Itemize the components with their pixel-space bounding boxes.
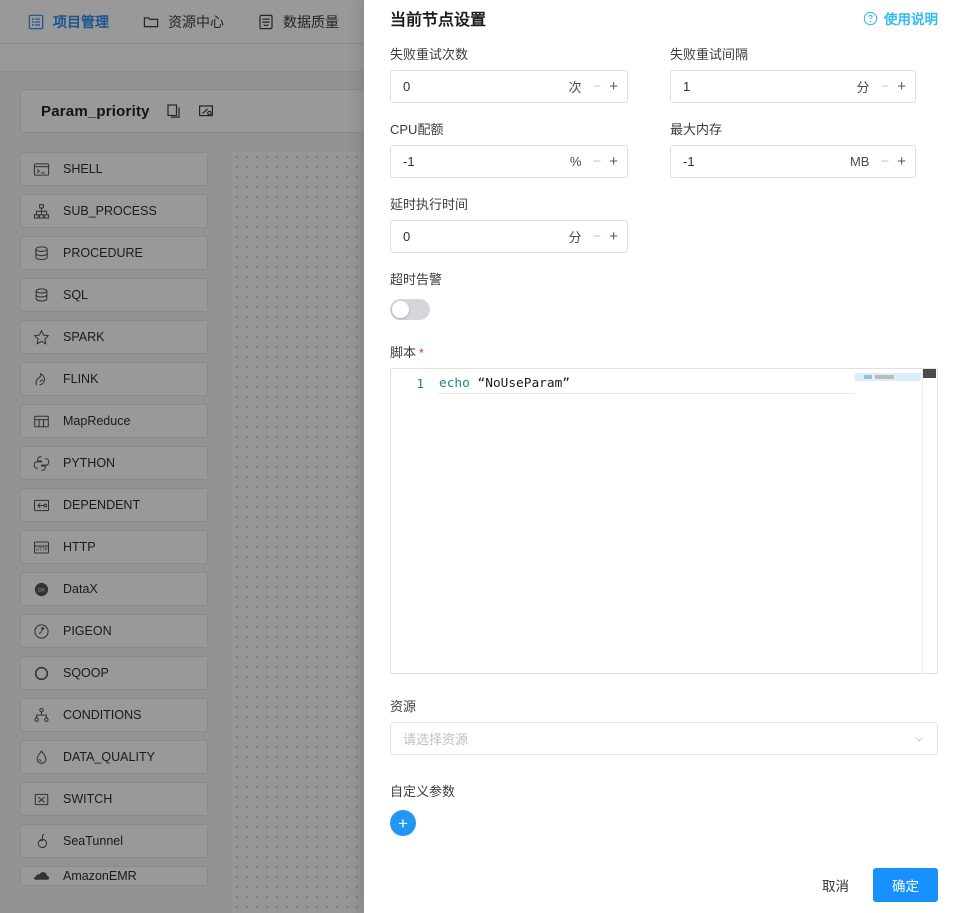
max-memory-input[interactable]: -1 MB − + (670, 145, 916, 178)
cancel-button[interactable]: 取消 (814, 869, 857, 901)
dialog-title: 当前节点设置 (390, 12, 487, 29)
field-label: 脚本 * (390, 342, 938, 361)
plus-icon: + (398, 813, 408, 833)
editor-gutter: 1 (391, 369, 437, 673)
increment-button[interactable]: + (897, 154, 906, 169)
stepper: − + (592, 79, 618, 94)
form-row-resources: CPU配额 -1 % − + 最大内存 -1 MB − + (390, 119, 938, 178)
field-label: 最大内存 (670, 122, 723, 137)
field-value: 0 (403, 229, 411, 244)
field-label: 失败重试次数 (390, 47, 469, 62)
editor-scrollbar-track[interactable] (922, 369, 937, 673)
field-script: 脚本 * 1 echo “NoUseParam” (390, 342, 938, 674)
cpu-quota-input[interactable]: -1 % − + (390, 145, 628, 178)
field-custom-params: 自定义参数 + (390, 781, 938, 836)
field-unit: MB (849, 154, 870, 169)
field-value: 0 (403, 79, 411, 94)
stepper: − + (592, 154, 618, 169)
form-row-retry: 失败重试次数 0 次 − + 失败重试间隔 1 分 − + (390, 44, 938, 103)
editor-scrollbar-thumb[interactable] (923, 369, 936, 378)
field-label: 失败重试间隔 (670, 47, 749, 62)
editor-minimap[interactable] (855, 369, 921, 673)
script-label-text: 脚本 (390, 345, 417, 360)
decrement-button[interactable]: − (592, 79, 601, 94)
minimap-text (864, 374, 894, 379)
field-timeout-alarm: 超时告警 (390, 269, 938, 320)
field-resource: 资源 请选择资源 (390, 696, 938, 755)
retry-interval-input[interactable]: 1 分 − + (670, 70, 916, 103)
field-label: 资源 (390, 699, 417, 714)
dialog-header: 当前节点设置 使用说明 (364, 0, 962, 30)
field-label: 超时告警 (390, 272, 443, 287)
field-value: -1 (403, 154, 415, 169)
resource-select[interactable]: 请选择资源 (390, 722, 938, 755)
code-keyword: echo (439, 376, 470, 391)
increment-button[interactable]: + (609, 79, 618, 94)
field-label: 自定义参数 (390, 784, 456, 799)
stepper: − + (880, 154, 906, 169)
stepper: − + (880, 79, 906, 94)
confirm-button[interactable]: 确定 (873, 868, 938, 902)
decrement-button[interactable]: − (592, 154, 601, 169)
field-unit: 分 (856, 80, 870, 95)
field-label: CPU配额 (390, 122, 444, 137)
increment-button[interactable]: + (897, 79, 906, 94)
dialog-body: 失败重试次数 0 次 − + 失败重试间隔 1 分 − + CPU配额 -1 %… (364, 30, 962, 857)
decrement-button[interactable]: − (880, 154, 889, 169)
field-delay-time: 延时执行时间 0 分 − + (390, 194, 628, 253)
script-code-editor[interactable]: 1 echo “NoUseParam” (390, 368, 938, 674)
field-unit: 分 (568, 230, 582, 245)
code-string: “NoUseParam” (469, 376, 570, 391)
toggle-knob (392, 301, 409, 318)
retry-times-input[interactable]: 0 次 − + (390, 70, 628, 103)
required-asterisk: * (419, 346, 424, 360)
field-value: -1 (683, 154, 695, 169)
chevron-down-icon (915, 736, 923, 742)
field-unit: 次 (568, 80, 582, 95)
question-circle-icon (863, 11, 878, 25)
field-value: 1 (683, 79, 691, 94)
decrement-button[interactable]: − (880, 79, 889, 94)
line-number: 1 (416, 376, 424, 391)
editor-code-area[interactable]: echo “NoUseParam” (437, 369, 937, 673)
field-retry-times: 失败重试次数 0 次 − + (390, 44, 628, 103)
increment-button[interactable]: + (609, 229, 618, 244)
stepper: − + (592, 229, 618, 244)
help-label: 使用说明 (884, 12, 938, 27)
timeout-alarm-toggle[interactable] (390, 299, 430, 320)
add-custom-param-button[interactable]: + (390, 810, 416, 836)
decrement-button[interactable]: − (592, 229, 601, 244)
increment-button[interactable]: + (609, 154, 618, 169)
field-retry-interval: 失败重试间隔 1 分 − + (670, 44, 916, 103)
field-cpu-quota: CPU配额 -1 % − + (390, 119, 628, 178)
help-link[interactable]: 使用说明 (863, 8, 938, 28)
field-label: 延时执行时间 (390, 197, 469, 212)
delay-time-input[interactable]: 0 分 − + (390, 220, 628, 253)
dialog-footer: 取消 确定 (364, 857, 962, 913)
form-row-delay: 延时执行时间 0 分 − + (390, 194, 938, 253)
node-settings-dialog: 当前节点设置 使用说明 失败重试次数 0 次 − + 失败重试间隔 1 分 − … (364, 0, 962, 913)
resource-placeholder: 请选择资源 (403, 732, 469, 747)
field-unit: % (569, 154, 582, 169)
field-max-memory: 最大内存 -1 MB − + (670, 119, 916, 178)
